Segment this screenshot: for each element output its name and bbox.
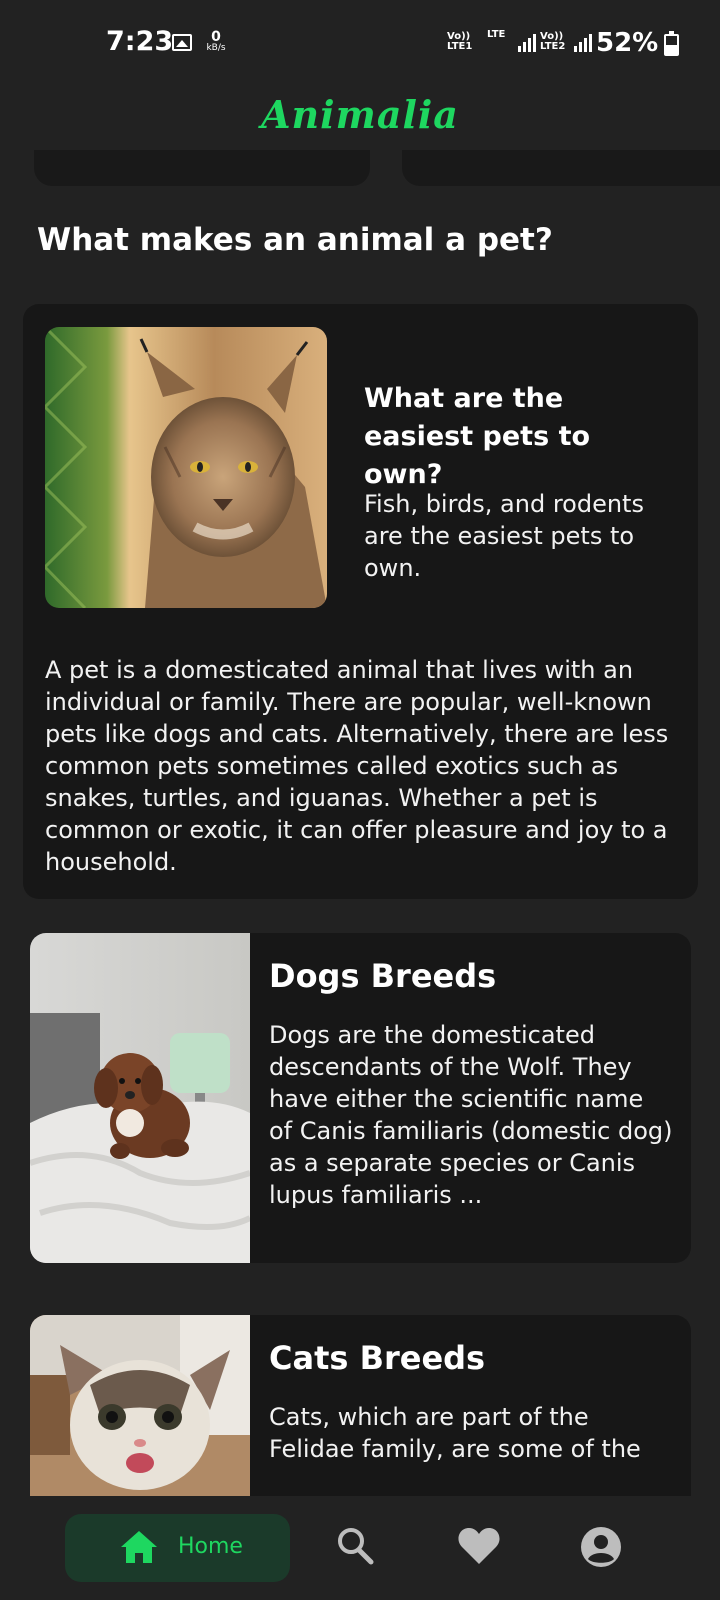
carousel-card-peek[interactable] [34, 150, 370, 186]
battery-icon [664, 31, 679, 56]
nav-profile-button[interactable] [580, 1526, 622, 1572]
info-card-body: A pet is a domesticated animal that live… [45, 656, 669, 876]
section-title: What makes an animal a pet? [37, 222, 553, 258]
carousel-card-peek[interactable] [402, 150, 720, 186]
network-speed: 0 kB/s [204, 30, 228, 53]
bottom-navigation: Home [0, 1496, 720, 1600]
info-card-answer: Fish, birds, and rodents are the easiest… [364, 490, 644, 582]
home-icon [121, 1531, 157, 1563]
network-speed-value: 0 [211, 29, 221, 45]
network-speed-unit: kB/s [206, 43, 226, 53]
lynx-image [45, 327, 327, 608]
sim1-label: Vo)) LTE1 [447, 31, 473, 52]
nav-home-button[interactable]: Home [65, 1514, 290, 1582]
signal-1-icon [518, 34, 536, 52]
breed-card-text: Cats, which are part of the Felidae fami… [269, 1403, 641, 1463]
nav-favorites-button[interactable] [457, 1526, 501, 1570]
breed-card-text: Dogs are the domesticated descendants of… [269, 1021, 673, 1209]
breed-card-title: Dogs Breeds [269, 957, 497, 995]
nav-home-label: Home [178, 1534, 243, 1559]
lte-label: LTE [487, 29, 506, 40]
gallery-notification-icon [172, 34, 192, 51]
heart-icon [458, 1528, 500, 1564]
status-time: 7:23 [106, 26, 174, 57]
info-card[interactable]: What are the easiest pets to own? Fish, … [23, 304, 698, 899]
scroll-clip: Cats Breeds Cats, which are part of the … [0, 1300, 720, 1496]
cat-image [30, 1315, 250, 1496]
breed-card-dogs[interactable]: Dogs Breeds Dogs are the domesticated de… [30, 933, 691, 1263]
battery-percent: 52% [596, 28, 659, 58]
signal-2-icon [574, 34, 592, 52]
search-icon [338, 1528, 374, 1565]
breed-card-cats[interactable]: Cats Breeds Cats, which are part of the … [30, 1315, 691, 1496]
sim2-label: Vo)) LTE2 [540, 31, 566, 52]
app-title: Animalia [261, 92, 459, 137]
dog-image [30, 933, 252, 1263]
battery-fill [666, 44, 677, 54]
profile-icon [581, 1527, 621, 1567]
status-bar: 7:23 0 kB/s Vo)) LTE1 LTE Vo)) LTE2 52% [0, 0, 720, 88]
info-card-question: What are the easiest pets to own? [364, 383, 591, 490]
nav-search-button[interactable] [336, 1526, 374, 1570]
breed-card-title: Cats Breeds [269, 1339, 486, 1377]
